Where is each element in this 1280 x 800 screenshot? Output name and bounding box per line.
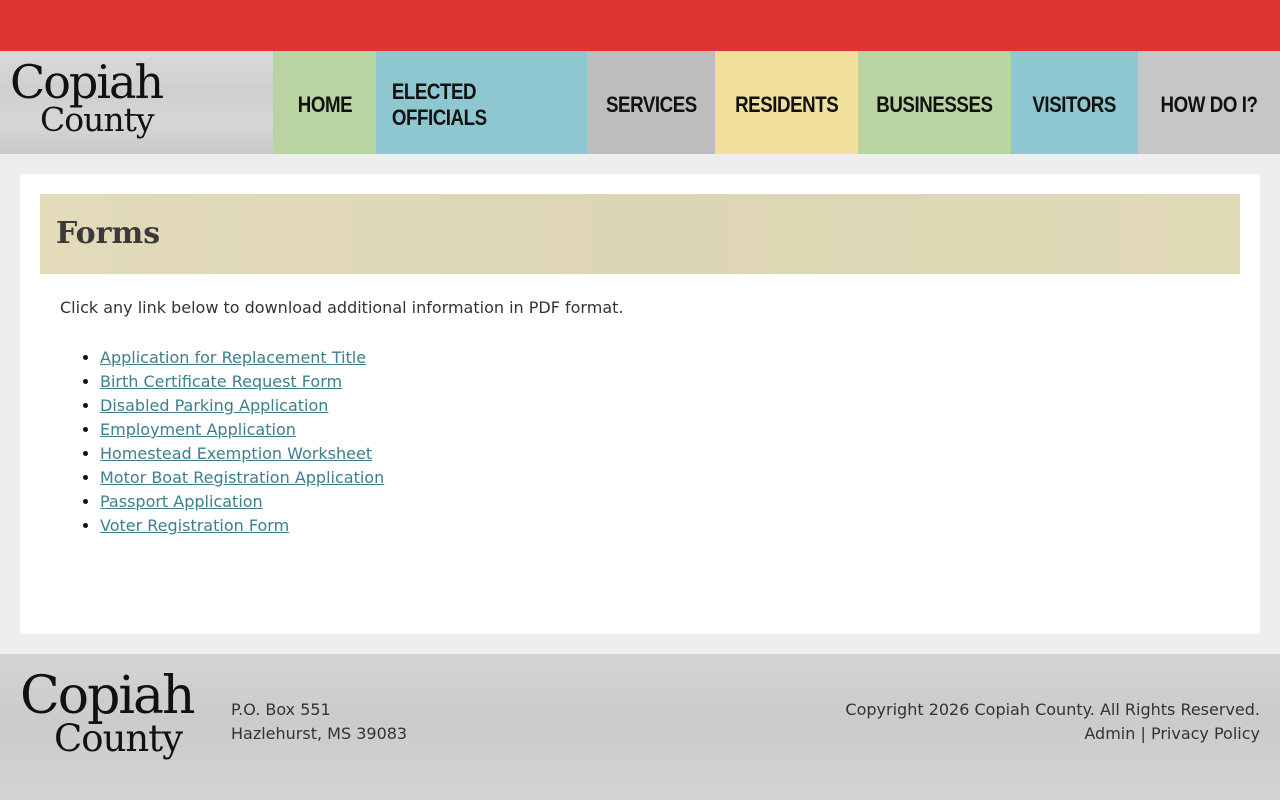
site-header: Copiah County HOME ELECTED OFFICIALS SER… xyxy=(0,51,1280,154)
list-item: Application for Replacement Title xyxy=(100,346,384,370)
list-item: Disabled Parking Application xyxy=(100,394,384,418)
nav-item-label: SERVICES xyxy=(605,91,697,117)
privacy-policy-link[interactable]: Privacy Policy xyxy=(1151,724,1260,743)
site-footer: Copiah County P.O. Box 551 Hazlehurst, M… xyxy=(0,654,1280,800)
admin-link[interactable]: Admin xyxy=(1084,724,1135,743)
address-line1: P.O. Box 551 xyxy=(231,700,331,719)
nav-item-elected-officials[interactable]: ELECTED OFFICIALS xyxy=(376,51,587,154)
nav-item-label: ELECTED OFFICIALS xyxy=(391,78,487,130)
intro-text: Click any link below to download additio… xyxy=(60,298,624,317)
list-item: Voter Registration Form xyxy=(100,514,384,538)
page-title-bar: Forms xyxy=(40,194,1240,274)
list-item: Employment Application xyxy=(100,418,384,442)
nav-item-home[interactable]: HOME xyxy=(273,51,376,154)
nav-item-how-do-i[interactable]: HOW DO I? xyxy=(1138,51,1280,154)
footer-logo-line1: Copiah xyxy=(20,666,196,726)
address-line2: Hazlehurst, MS 39083 xyxy=(231,724,408,743)
list-item: Homestead Exemption Worksheet xyxy=(100,442,384,466)
footer-rights: Copyright 2026 Copiah County. All Rights… xyxy=(845,698,1260,746)
nav-item-businesses[interactable]: BUSINESSES xyxy=(858,51,1011,154)
list-item: Passport Application xyxy=(100,490,384,514)
form-link-replacement-title[interactable]: Application for Replacement Title xyxy=(100,348,366,367)
form-link-disabled-parking[interactable]: Disabled Parking Application xyxy=(100,396,328,415)
form-link-motor-boat[interactable]: Motor Boat Registration Application xyxy=(100,468,384,487)
nav-item-label: BUSINESSES xyxy=(876,91,993,117)
nav-item-residents[interactable]: RESIDENTS xyxy=(715,51,858,154)
logo-line2: County xyxy=(40,100,155,139)
top-red-bar xyxy=(0,0,1280,51)
page-title: Forms xyxy=(56,216,161,251)
link-separator: | xyxy=(1140,724,1146,743)
form-link-homestead-exemption[interactable]: Homestead Exemption Worksheet xyxy=(100,444,372,463)
footer-links: Admin | Privacy Policy xyxy=(845,722,1260,746)
main-nav: HOME ELECTED OFFICIALS SERVICES RESIDENT… xyxy=(273,51,1280,154)
site-logo[interactable]: Copiah County xyxy=(10,59,170,149)
form-link-voter-registration[interactable]: Voter Registration Form xyxy=(100,516,289,535)
form-link-passport[interactable]: Passport Application xyxy=(100,492,263,511)
nav-item-label: RESIDENTS xyxy=(734,91,839,117)
copyright-text: Copyright 2026 Copiah County. All Rights… xyxy=(845,700,1260,719)
form-link-employment[interactable]: Employment Application xyxy=(100,420,296,439)
logo-line1: Copiah xyxy=(10,55,164,109)
footer-logo-line2: County xyxy=(54,717,183,760)
list-item: Motor Boat Registration Application xyxy=(100,466,384,490)
nav-item-label: HOW DO I? xyxy=(1160,91,1258,117)
nav-item-label: VISITORS xyxy=(1032,91,1117,117)
footer-logo[interactable]: Copiah County xyxy=(20,670,205,770)
nav-item-visitors[interactable]: VISITORS xyxy=(1011,51,1138,154)
list-item: Birth Certificate Request Form xyxy=(100,370,384,394)
main-content: Forms Click any link below to download a… xyxy=(20,174,1260,634)
nav-item-label: HOME xyxy=(297,91,352,117)
forms-list: Application for Replacement Title Birth … xyxy=(100,346,384,538)
form-link-birth-certificate[interactable]: Birth Certificate Request Form xyxy=(100,372,342,391)
footer-address: P.O. Box 551 Hazlehurst, MS 39083 xyxy=(231,698,407,746)
nav-item-services[interactable]: SERVICES xyxy=(587,51,715,154)
